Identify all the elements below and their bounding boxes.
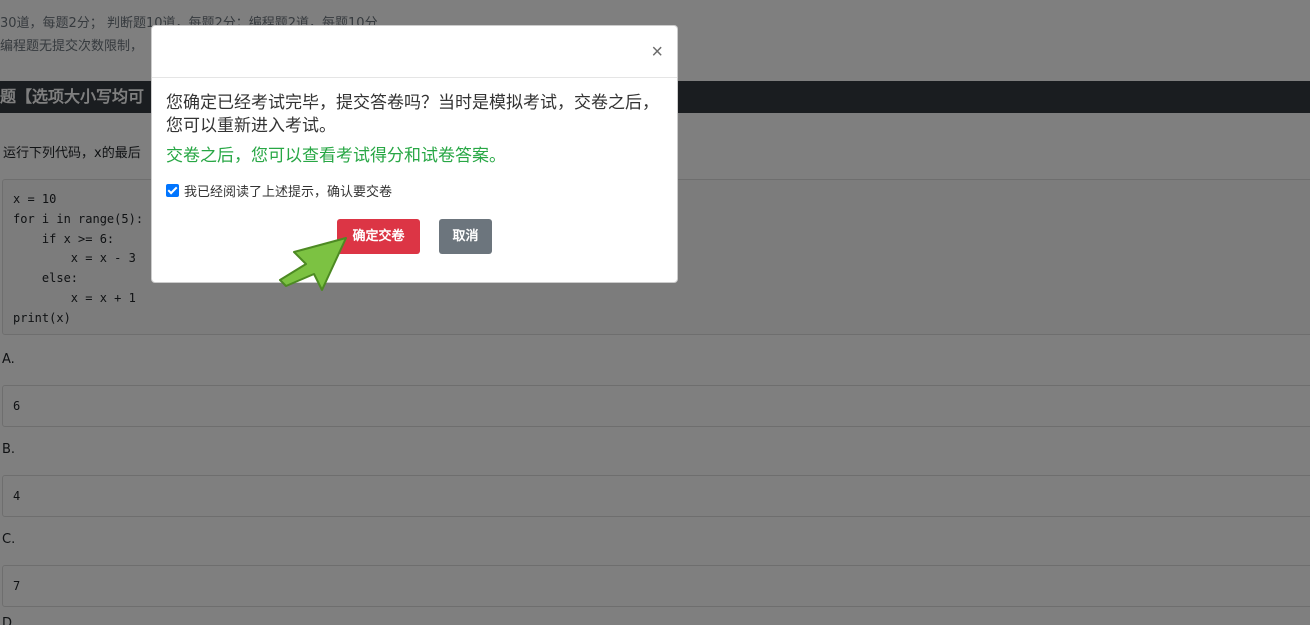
green-arrow-icon	[279, 237, 347, 291]
confirm-checkbox-label[interactable]: 我已经阅读了上述提示，确认要交卷	[184, 181, 392, 200]
modal-body: 您确定已经考试完毕，提交答卷吗？当时是模拟考试，交卷之后，您可以重新进入考试。 …	[166, 92, 666, 200]
confirm-checkbox[interactable]	[166, 184, 179, 197]
cancel-button[interactable]: 取消	[439, 219, 492, 254]
confirm-message: 您确定已经考试完毕，提交答卷吗？当时是模拟考试，交卷之后，您可以重新进入考试。	[166, 93, 659, 136]
confirm-row: 我已经阅读了上述提示，确认要交卷	[166, 181, 666, 200]
submit-confirm-modal: × 您确定已经考试完毕，提交答卷吗？当时是模拟考试，交卷之后，您可以重新进入考试…	[151, 25, 678, 283]
modal-header: ×	[152, 26, 677, 78]
close-icon[interactable]: ×	[651, 41, 663, 63]
result-hint: 交卷之后，您可以查看考试得分和试卷答案。	[166, 146, 506, 166]
